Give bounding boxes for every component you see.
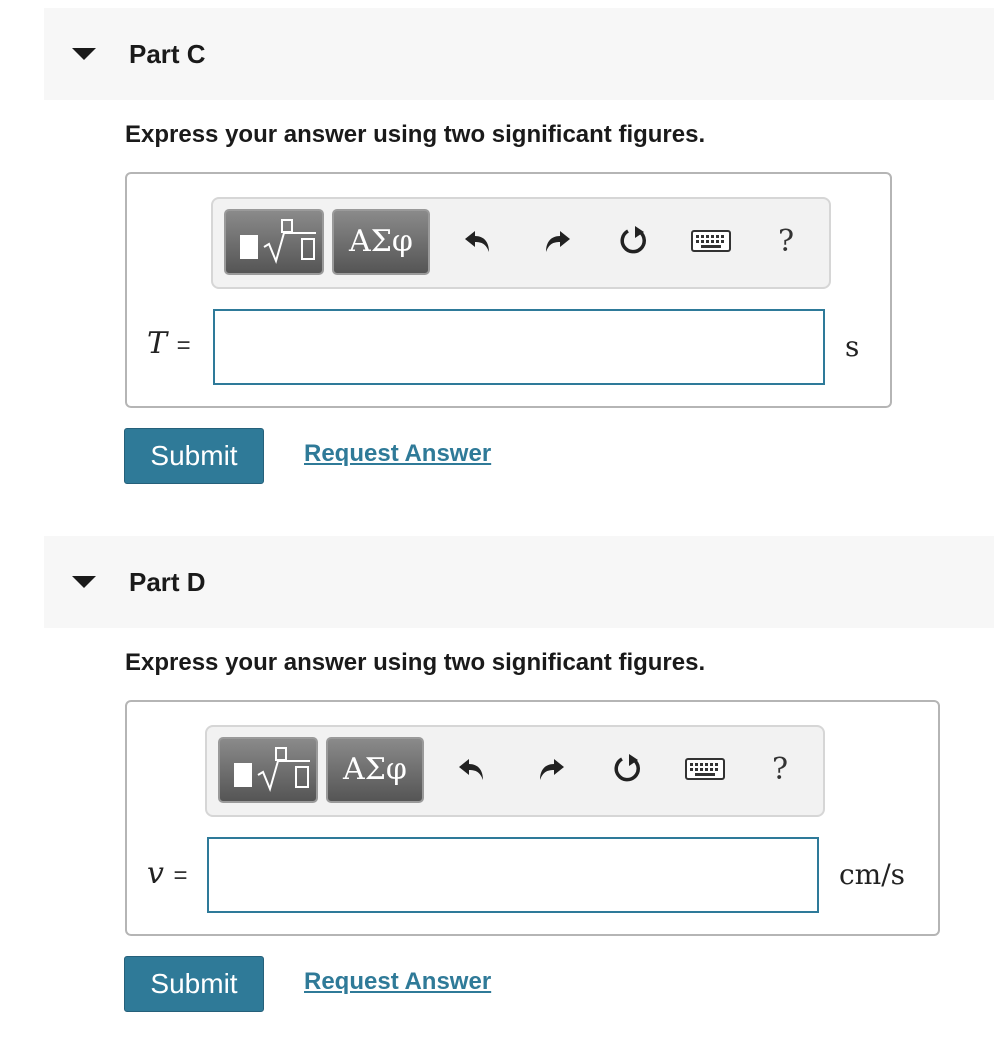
part-d-answer-box: ΑΣφ ? v = cm/s xyxy=(125,700,940,936)
part-c-answer-box: ΑΣφ ? T = s xyxy=(125,172,892,408)
reset-icon[interactable] xyxy=(613,221,653,261)
undo-icon[interactable] xyxy=(459,221,499,261)
redo-icon[interactable] xyxy=(530,749,570,789)
templates-button[interactable] xyxy=(218,737,318,803)
equals-sign: = xyxy=(173,862,188,889)
part-d-title: Part D xyxy=(129,567,206,597)
submit-button[interactable]: Submit xyxy=(124,956,264,1012)
reset-icon[interactable] xyxy=(607,749,647,789)
help-button[interactable]: ? xyxy=(766,221,806,261)
part-c-header[interactable]: Part C xyxy=(44,8,994,100)
part-d-instructions: Express your answer using two significan… xyxy=(125,649,706,676)
equals-sign: = xyxy=(176,332,191,359)
answer-input[interactable] xyxy=(213,309,825,385)
symbols-label: ΑΣφ xyxy=(349,224,413,259)
part-c-title: Part C xyxy=(129,39,206,69)
variable-symbol: v xyxy=(147,856,164,891)
undo-icon[interactable] xyxy=(453,749,493,789)
variable-label: T = xyxy=(147,326,191,361)
redo-icon[interactable] xyxy=(536,221,576,261)
symbols-button[interactable]: ΑΣφ xyxy=(332,209,430,275)
symbols-button[interactable]: ΑΣφ xyxy=(326,737,424,803)
keyboard-icon[interactable] xyxy=(684,749,726,789)
collapse-caret-icon[interactable] xyxy=(72,576,96,588)
keyboard-icon[interactable] xyxy=(690,221,732,261)
help-button[interactable]: ? xyxy=(760,749,800,789)
part-c-math-toolbar: ΑΣφ ? xyxy=(211,197,831,289)
request-answer-link[interactable]: Request Answer xyxy=(304,440,491,468)
part-d-math-toolbar: ΑΣφ ? xyxy=(205,725,825,817)
templates-button[interactable] xyxy=(224,209,324,275)
submit-button[interactable]: Submit xyxy=(124,428,264,484)
variable-symbol: T xyxy=(147,326,168,361)
request-answer-link[interactable]: Request Answer xyxy=(304,968,491,996)
unit-label: s xyxy=(845,330,860,363)
answer-input[interactable] xyxy=(207,837,819,913)
symbols-label: ΑΣφ xyxy=(343,752,407,787)
part-c-instructions: Express your answer using two significan… xyxy=(125,121,706,148)
collapse-caret-icon[interactable] xyxy=(72,48,96,60)
unit-label: cm/s xyxy=(839,858,906,891)
part-d-header[interactable]: Part D xyxy=(44,536,994,628)
variable-label: v = xyxy=(147,856,188,891)
